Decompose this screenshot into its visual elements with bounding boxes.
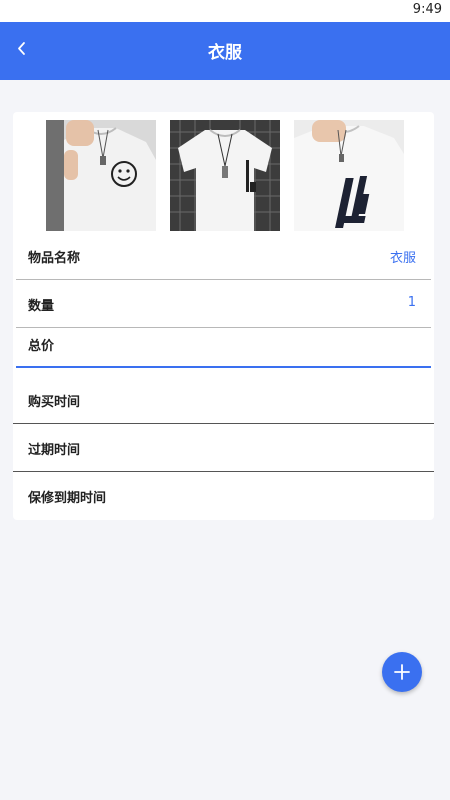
name-row[interactable]: 物品名称 衣服 xyxy=(16,232,431,280)
tshirt-photo-smiley[interactable] xyxy=(46,120,156,231)
photo-strip xyxy=(13,120,434,232)
quantity-label: 数量 xyxy=(28,299,55,314)
warranty-time-label: 保修到期时间 xyxy=(28,491,107,506)
add-button[interactable] xyxy=(382,652,422,692)
expiry-time-label: 过期时间 xyxy=(28,443,81,458)
status-bar: 9:49 xyxy=(0,0,450,22)
name-label: 物品名称 xyxy=(28,251,81,266)
status-time: 9:49 xyxy=(412,2,442,17)
page-title: 衣服 xyxy=(208,43,242,63)
total-price-underline xyxy=(16,366,431,368)
purchase-time-label: 购买时间 xyxy=(28,395,81,410)
tshirt-photo-print[interactable] xyxy=(294,120,404,231)
total-price-row[interactable]: 总价 xyxy=(16,320,431,368)
expiry-time-row[interactable]: 过期时间 xyxy=(13,424,434,472)
tshirt-photo-hanger[interactable] xyxy=(170,120,280,231)
purchase-time-row[interactable]: 购买时间 xyxy=(13,376,434,424)
quantity-value[interactable]: 1 xyxy=(408,295,416,310)
warranty-time-row[interactable]: 保修到期时间 xyxy=(13,472,434,520)
total-price-label: 总价 xyxy=(28,339,55,354)
name-value[interactable]: 衣服 xyxy=(390,247,416,266)
item-detail-card: 物品名称 衣服 数量 1 总价 购买时间 过期时间 保修到期时间 xyxy=(13,112,434,520)
app-header: 衣服 xyxy=(0,22,450,80)
